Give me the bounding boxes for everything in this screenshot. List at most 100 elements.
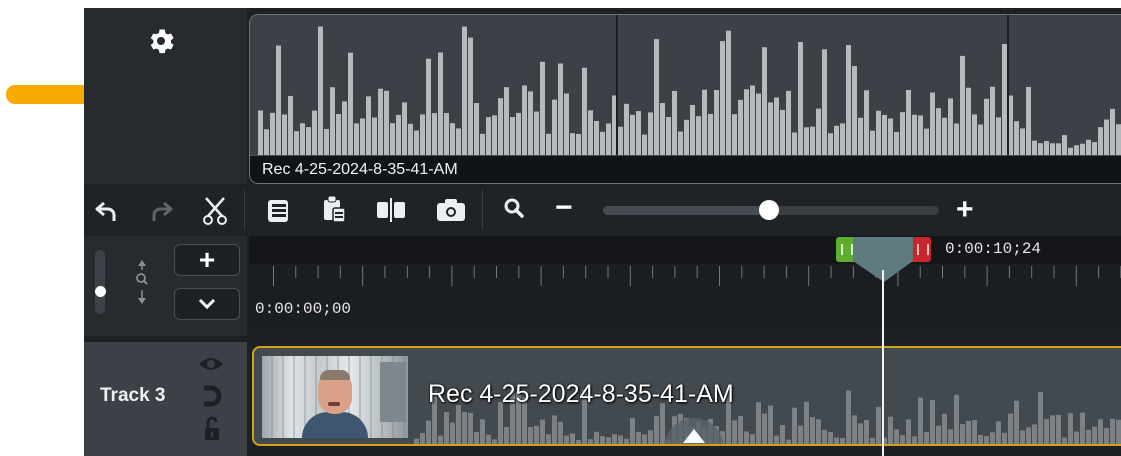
audio-waveform-panel[interactable]: Rec 4-25-2024-8-35-41-AM [249,14,1121,184]
out-point-marker[interactable] [912,237,931,262]
waveform-bar [510,117,515,155]
clip-waveform-bar [1026,427,1031,444]
media-clip[interactable]: Rec 4-25-2024-8-35-41-AM [252,346,1121,446]
ruler-tick [629,266,631,286]
camera-icon[interactable] [434,194,468,226]
copy-icon[interactable] [264,194,294,226]
waveform-bar [684,119,689,155]
segment-divider [616,15,618,155]
waveform-bar [600,131,605,155]
clip-waveform-bar [894,429,899,444]
collapse-tracks-button[interactable] [174,288,240,320]
waveform-bar [498,98,503,155]
magnifier-icon[interactable] [500,194,528,226]
waveform-bar [1116,124,1121,155]
ruler-tick [986,266,988,286]
waveform-bar [486,117,491,155]
clip-waveform-bar [534,425,539,444]
clip-waveform-bar [972,420,977,444]
clip-waveform-bar [1092,426,1097,444]
track-height-knob[interactable] [95,286,106,297]
waveform-bar [564,93,569,155]
clip-waveform-bar [1086,429,1091,444]
ruler-tick [652,266,654,278]
lock-open-icon[interactable] [203,416,221,442]
waveform-bar [294,131,299,155]
waveform-bar [426,58,431,155]
clip-waveform-bar [960,424,965,444]
waveform-bar [540,61,545,155]
track-height-slider[interactable] [95,250,105,314]
waveform-bar [672,90,677,155]
clip-waveform-bar [798,425,803,444]
clip-waveform-bar [942,413,947,444]
add-track-button[interactable]: + [174,244,240,276]
paste-icon[interactable] [320,194,350,226]
redo-icon[interactable] [146,194,176,226]
clip-waveform-bar [834,437,839,444]
clip-waveform-bar [888,416,893,444]
ruler-tick [942,266,943,278]
waveform-bar [348,52,353,155]
zoom-out-button[interactable]: − [555,190,573,226]
waveform-bar [522,85,527,155]
clip-waveform-bar [552,415,557,444]
clip-waveform-bar [810,416,815,444]
split-icon[interactable] [374,194,408,226]
waveform-bar [900,112,905,155]
waveform-bar [546,133,551,155]
waveform-bar [588,110,593,155]
clip-waveform-bar [858,423,863,444]
zoom-in-button[interactable]: + [956,192,974,228]
waveform-bar [960,55,965,155]
waveform-bar [864,90,869,155]
waveform-bar [372,117,377,155]
waveform-bar [768,102,773,155]
waveform-bar [324,128,329,155]
clip-waveform-bar [504,427,509,444]
clip-waveform-bar [1014,400,1019,444]
ruler-tick [273,266,274,286]
waveform-bar [300,123,305,155]
clip-waveform-bar [480,419,485,444]
waveform-bar [1086,139,1091,155]
magnet-icon[interactable] [200,385,222,407]
clip-waveform-bar [930,399,935,444]
clip-waveform-bar [954,394,959,444]
clip-waveform-bar [822,429,827,444]
scissors-icon[interactable] [200,194,230,226]
waveform-bar [756,93,761,155]
clip-waveform-bar [1020,430,1025,444]
clip-waveform-bar [738,416,743,444]
waveform-bar [702,89,707,155]
waveform-bar [342,101,347,155]
zoom-slider-knob[interactable] [759,200,779,220]
plus-label: + [198,244,216,275]
gear-icon[interactable] [146,26,176,56]
waveform-bar [942,117,947,155]
ruler-tick [451,266,453,286]
waveform-bar [828,133,833,155]
waveform-bar [846,45,851,155]
ruler-tick [830,266,832,278]
clip-waveform-bar [636,431,641,444]
clip-waveform-bar [1074,431,1079,444]
waveform-bar [720,41,725,155]
undo-icon[interactable] [92,194,122,226]
clip-handle-triangle[interactable] [682,428,706,444]
eye-icon[interactable] [198,355,224,373]
ruler-tick [808,266,810,286]
waveform-bar [696,116,701,155]
waveform-bar [318,26,323,155]
clip-waveform-bar [1068,413,1073,444]
waveform-bar [798,42,803,155]
playhead-line [882,270,884,456]
clip-waveform-bar [576,439,581,444]
track-name: Track 3 [100,385,166,406]
clip-waveform-bar [1008,413,1013,444]
ruler-tick [1031,266,1033,278]
clip-waveform-bar [948,429,953,444]
clip-title: Rec 4-25-2024-8-35-41-AM [428,380,734,408]
ruler-tick [518,266,520,278]
ruler-tick [317,266,319,278]
